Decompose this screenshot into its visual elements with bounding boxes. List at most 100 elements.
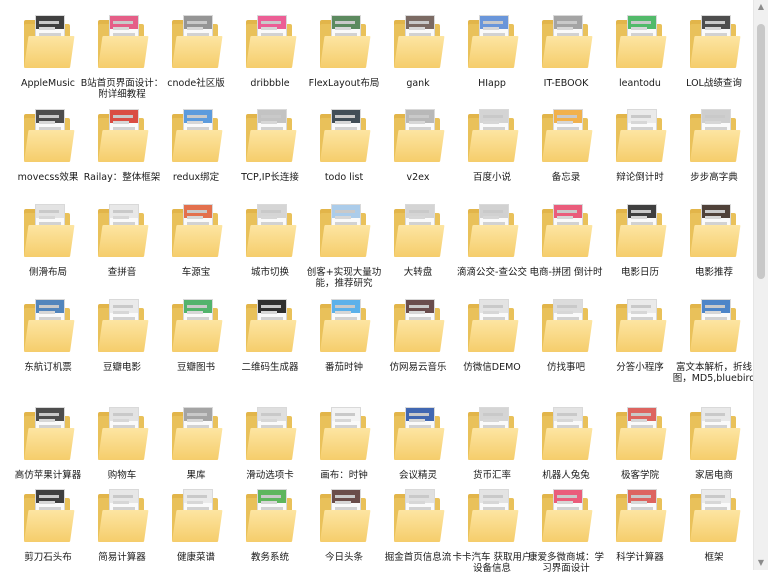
folder-label: 二维码生成器 <box>241 362 299 373</box>
folder-label: 框架 <box>704 552 724 563</box>
folder-label: 会议精灵 <box>398 470 437 481</box>
folder-label: 康爱多微商城：学习界面设计 <box>527 552 604 574</box>
folder-icon <box>92 106 150 164</box>
folder-icon <box>18 486 76 544</box>
folder-label: cnode社区版 <box>167 78 225 89</box>
folder-icon <box>684 106 742 164</box>
folder-icon <box>92 486 150 544</box>
folder-icon <box>388 12 446 70</box>
folder-icon <box>18 106 76 164</box>
folder-icon <box>18 404 76 462</box>
folder-label: 大转盘 <box>403 267 433 278</box>
scroll-thumb[interactable] <box>757 24 765 279</box>
folder-icon <box>610 106 668 164</box>
folder-label: 机器人兔兔 <box>542 470 590 481</box>
folder-icon <box>610 486 668 544</box>
scroll-down-arrow-icon[interactable]: ▼ <box>754 556 768 570</box>
folder-icon <box>240 201 298 259</box>
folder-icon <box>314 201 372 259</box>
folder-icon <box>166 404 224 462</box>
folder-label: 仿微信DEMO <box>463 362 521 373</box>
folder-icon <box>166 201 224 259</box>
folder-label: 东航订机票 <box>24 362 72 373</box>
folder-icon <box>166 106 224 164</box>
folder-icon <box>536 486 594 544</box>
vertical-scrollbar[interactable]: ▲ ▼ <box>753 0 768 570</box>
folder-label: 分答小程序 <box>616 362 664 373</box>
folder-icon <box>92 201 150 259</box>
folder-icon <box>462 296 520 354</box>
folder-label: 步步高字典 <box>690 172 738 183</box>
folder-label: 城市切换 <box>250 267 289 278</box>
folder-label: B站首页界面设计：附详细教程 <box>80 78 164 100</box>
folder-icon <box>536 201 594 259</box>
folder-icon <box>388 201 446 259</box>
folder-icon <box>610 296 668 354</box>
folder-icon <box>462 106 520 164</box>
folder-icon <box>536 404 594 462</box>
folder-icon <box>610 404 668 462</box>
folder-label: TCP,IP长连接 <box>241 172 299 183</box>
folder-label: 番茄时钟 <box>324 362 363 373</box>
folder-label: 购物车 <box>107 470 137 481</box>
folder-label: 极客学院 <box>620 470 659 481</box>
folder-icon <box>166 296 224 354</box>
folder-icon <box>314 106 372 164</box>
folder-label: 查拼音 <box>107 267 137 278</box>
folder-icon <box>462 12 520 70</box>
folder-icon <box>462 404 520 462</box>
folder-icon <box>166 12 224 70</box>
folder-label: 电商-拼团 倒计时 <box>529 267 603 278</box>
folder-label: 车源宝 <box>181 267 211 278</box>
folder-icon <box>462 201 520 259</box>
folder-label: 备忘录 <box>551 172 581 183</box>
folder-label: 画布：时钟 <box>320 470 368 481</box>
folder-label: 豆瓣电影 <box>102 362 141 373</box>
folder-icon <box>388 296 446 354</box>
folder-label: 创客+实现大量功能，推荐研究 <box>306 267 382 289</box>
folder-icon <box>610 201 668 259</box>
folder-label: 简易计算器 <box>98 552 146 563</box>
folder-label: 仿找事吧 <box>546 362 585 373</box>
folder-icon <box>314 296 372 354</box>
scroll-up-arrow-icon[interactable]: ▲ <box>754 0 768 14</box>
folder-icon <box>314 12 372 70</box>
folder-label: IT-EBOOK <box>543 78 589 89</box>
folder-label: 滴滴公交-查公交 <box>457 267 527 278</box>
folder-icon <box>240 404 298 462</box>
folder-label: 仿网易云音乐 <box>389 362 447 373</box>
folder-grid: AppleMusic B站首页界面设计：附详细教程 cnode社区版 dribbble… <box>0 0 755 574</box>
folder-icon <box>18 296 76 354</box>
folder-icon <box>536 296 594 354</box>
folder-icon <box>314 486 372 544</box>
folder-label: 教务系统 <box>250 552 289 563</box>
folder-label: 掘金首页信息流 <box>384 552 452 563</box>
folder-icon <box>240 486 298 544</box>
folder-label: leantodu <box>619 78 661 89</box>
folder-label: HIapp <box>478 78 506 89</box>
folder-icon <box>684 12 742 70</box>
folder-icon <box>240 12 298 70</box>
folder-label: 剪刀石头布 <box>24 552 72 563</box>
folder-icon <box>684 486 742 544</box>
folder-label: AppleMusic <box>20 78 76 89</box>
folder-label: redux绑定 <box>172 172 220 183</box>
folder-icon <box>388 486 446 544</box>
folder-icon <box>684 296 742 354</box>
folder-label: 健康菜谱 <box>176 552 215 563</box>
folder-icon <box>314 404 372 462</box>
folder-icon <box>536 106 594 164</box>
folder-icon <box>240 296 298 354</box>
folder-icon <box>388 106 446 164</box>
folder-label: 家居电商 <box>694 470 733 481</box>
folder-icon <box>18 201 76 259</box>
folder-icon <box>18 12 76 70</box>
folder-icon <box>610 12 668 70</box>
folder-label: 电影日历 <box>620 267 659 278</box>
folder-label: todo list <box>324 172 364 183</box>
folder-icon <box>536 12 594 70</box>
folder-icon <box>92 12 150 70</box>
folder-label: 电影推荐 <box>694 267 733 278</box>
folder-icon <box>388 404 446 462</box>
folder-icon <box>684 201 742 259</box>
